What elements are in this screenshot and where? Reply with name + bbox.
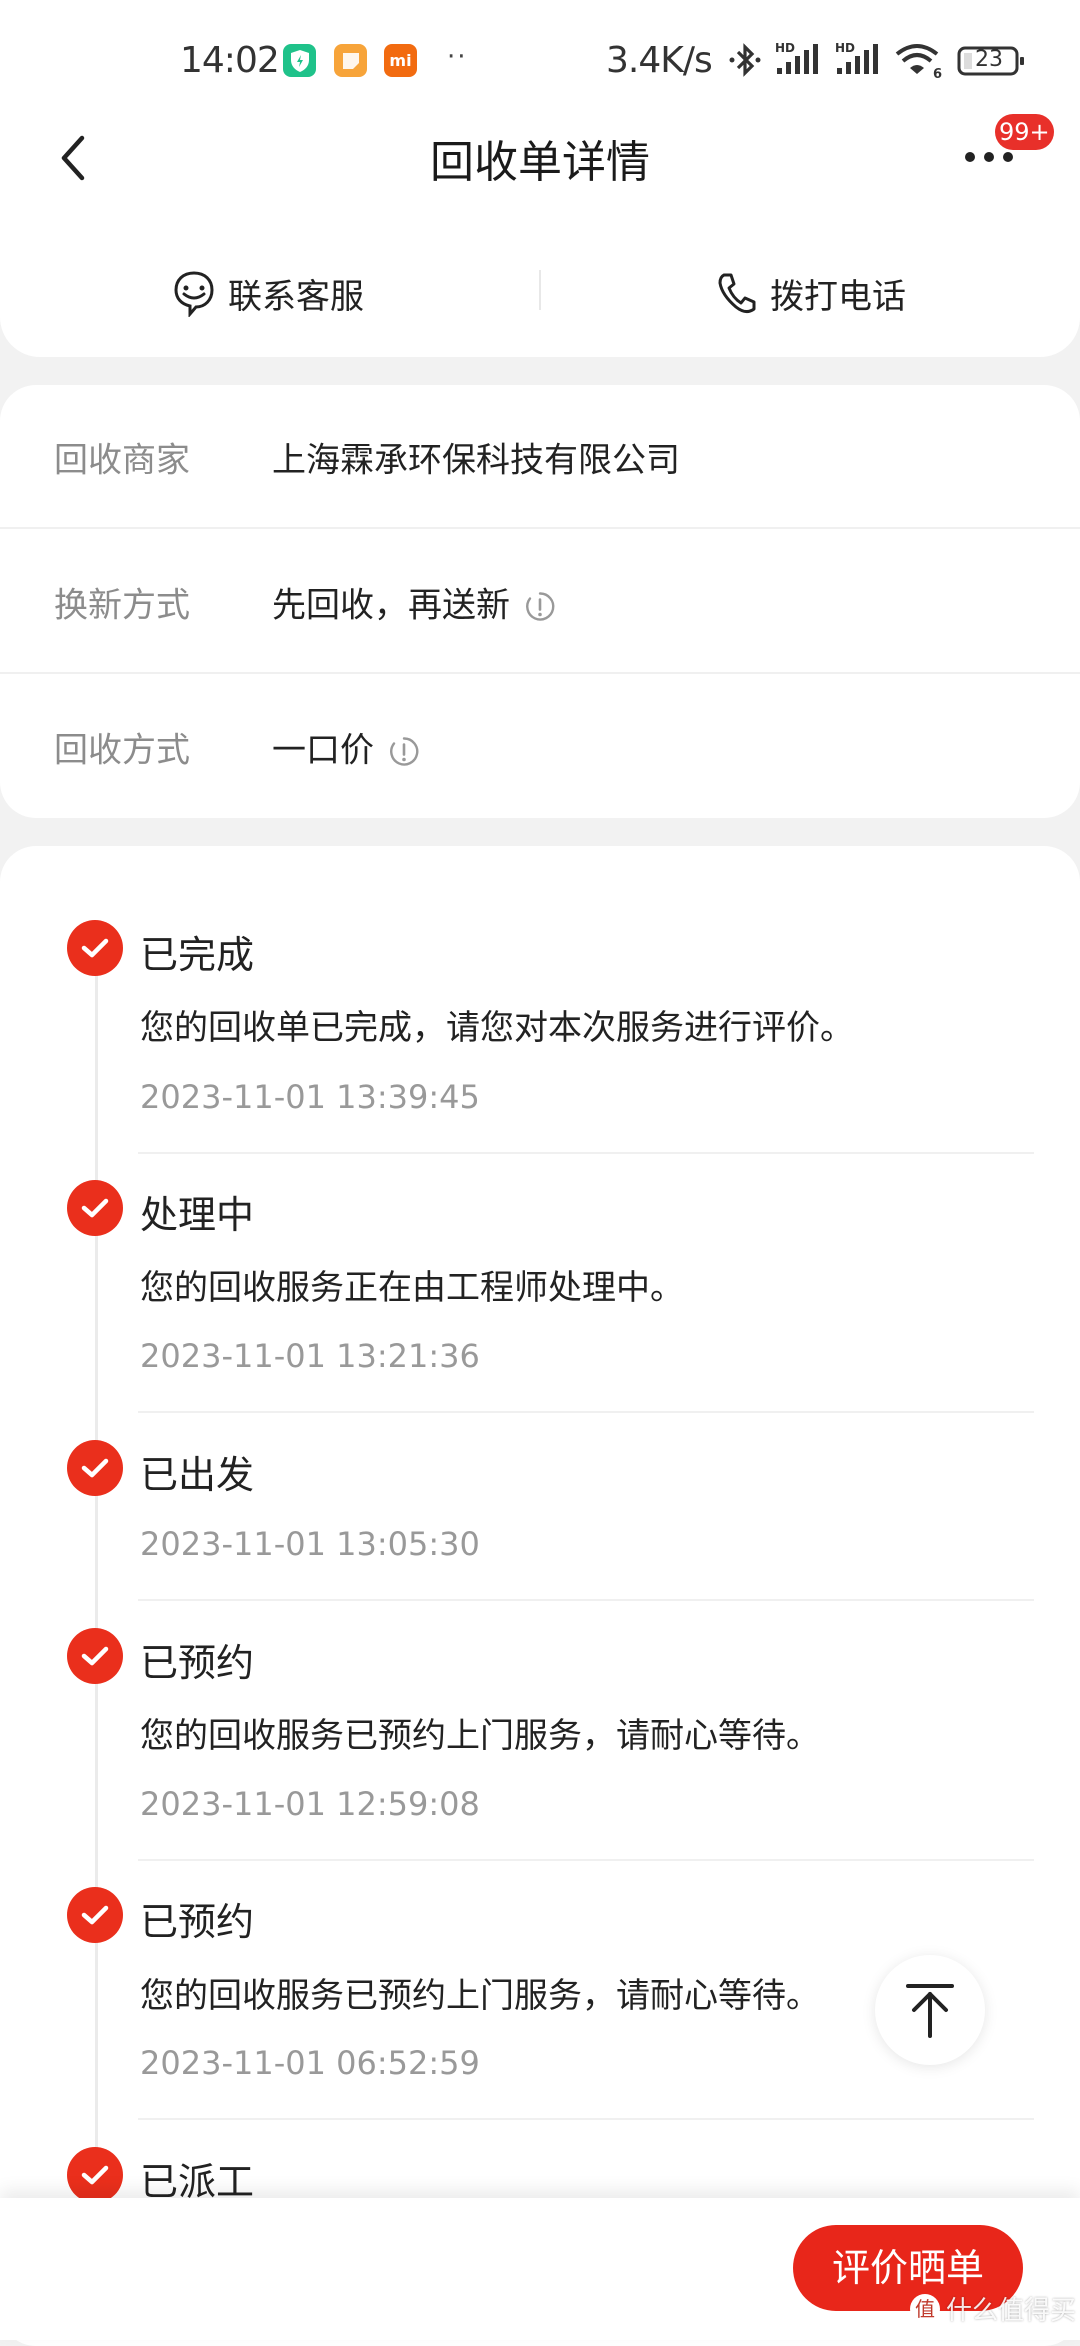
info-value: 先回收，再送新 [272,578,556,627]
customer-service-chat-icon [174,271,214,317]
security-shield-icon [283,44,316,77]
arrow-up-to-top-icon [906,1984,954,2038]
timeline-divider [138,1411,1034,1413]
timeline-time: 2023-11-01 13:39:45 [140,1078,480,1116]
check-circle-icon [67,920,123,976]
check-circle-icon [67,2147,123,2203]
notification-badge: 99+ [995,114,1054,150]
timeline-status: 已出发 [140,1453,255,1497]
timeline-time: 2023-11-01 13:05:30 [140,1525,480,1563]
phone-icon [718,273,756,314]
timeline-time: 2023-11-01 06:52:59 [140,2044,480,2082]
check-circle-icon [67,1440,123,1496]
row-divider [0,672,1080,674]
back-to-top-button[interactable] [875,1955,985,2065]
header-card: 14:02 mi ·· 3.4K/s HD HD 6 23 回收单详情 99+ [0,0,1080,357]
timeline-desc: 您的回收服务正在由工程师处理中。 [140,1268,684,1308]
timeline-status: 已预约 [140,1641,255,1685]
info-row-recycle-method: 回收方式 一口价 [0,675,1080,819]
svg-text:HD: HD [835,41,855,55]
watermark-logo-icon: 值 [910,2293,940,2324]
timeline-status: 已预约 [140,1900,255,1944]
mi-icon: mi [384,44,417,77]
bottom-action-bar: 评价晒单 值 什么值得买 [0,2198,1080,2340]
info-label: 换新方式 [54,585,190,626]
timeline-divider [138,1599,1034,1601]
bluetooth-icon [729,43,761,77]
contact-service-button[interactable]: 联系客服 [172,262,364,324]
row-divider [0,527,1080,529]
timeline-desc: 您的回收服务已预约上门服务，请耐心等待。 [140,1976,820,2016]
timeline-line [95,960,98,2210]
timeline-status: 已完成 [140,933,255,977]
recycle-method-value: 一口价 [272,730,374,771]
timeline-status: 处理中 [140,1193,255,1237]
timeline-desc: 您的回收单已完成，请您对本次服务进行评价。 [140,1008,854,1048]
signal-hd-icon: HD [835,41,878,74]
check-circle-icon [67,1887,123,1943]
merchant-name: 上海霖承环保科技有限公司 [272,440,680,481]
check-circle-icon [67,1628,123,1684]
svg-text:HD: HD [775,41,795,55]
watermark: 值 什么值得买 [910,2290,1076,2327]
order-timeline-card [0,846,1080,2346]
exchange-method-value: 先回收，再送新 [272,585,510,626]
timeline-divider [138,2118,1034,2120]
timeline-divider [138,1859,1034,1861]
wifi-6-icon: 6 [895,44,942,80]
more-notifications-icon: ·· [447,42,468,72]
page-title: 回收单详情 [430,137,650,188]
notes-icon [334,44,367,77]
battery-level: 23 [975,47,1003,72]
info-row-merchant: 回收商家 上海霖承环保科技有限公司 [0,385,1080,529]
check-circle-icon [67,1180,123,1236]
call-phone-button[interactable]: 拨打电话 [714,262,906,324]
watermark-text: 什么值得买 [946,2296,1077,2326]
signal-hd-icon: HD [775,41,818,74]
info-alert-icon[interactable] [524,590,556,622]
info-label: 回收方式 [54,730,190,771]
network-speed: 3.4K/s [606,40,713,81]
recycle-info-card: 回收商家 上海霖承环保科技有限公司 换新方式 先回收，再送新 回收方式 一口价 [0,385,1080,818]
call-phone-label: 拨打电话 [770,276,906,317]
info-alert-icon[interactable] [388,735,420,767]
contact-service-label: 联系客服 [228,276,364,317]
action-divider [539,270,541,310]
info-label: 回收商家 [54,440,190,481]
svg-text:6: 6 [933,67,942,80]
timeline-time: 2023-11-01 12:59:08 [140,1785,480,1823]
status-time: 14:02 [180,40,280,81]
info-value: 一口价 [272,723,420,772]
timeline-desc: 您的回收服务已预约上门服务，请耐心等待。 [140,1716,820,1756]
info-row-exchange-method: 换新方式 先回收，再送新 [0,530,1080,674]
timeline-time: 2023-11-01 13:21:36 [140,1337,480,1375]
timeline-divider [138,1152,1034,1154]
info-value: 上海霖承环保科技有限公司 [272,433,680,482]
